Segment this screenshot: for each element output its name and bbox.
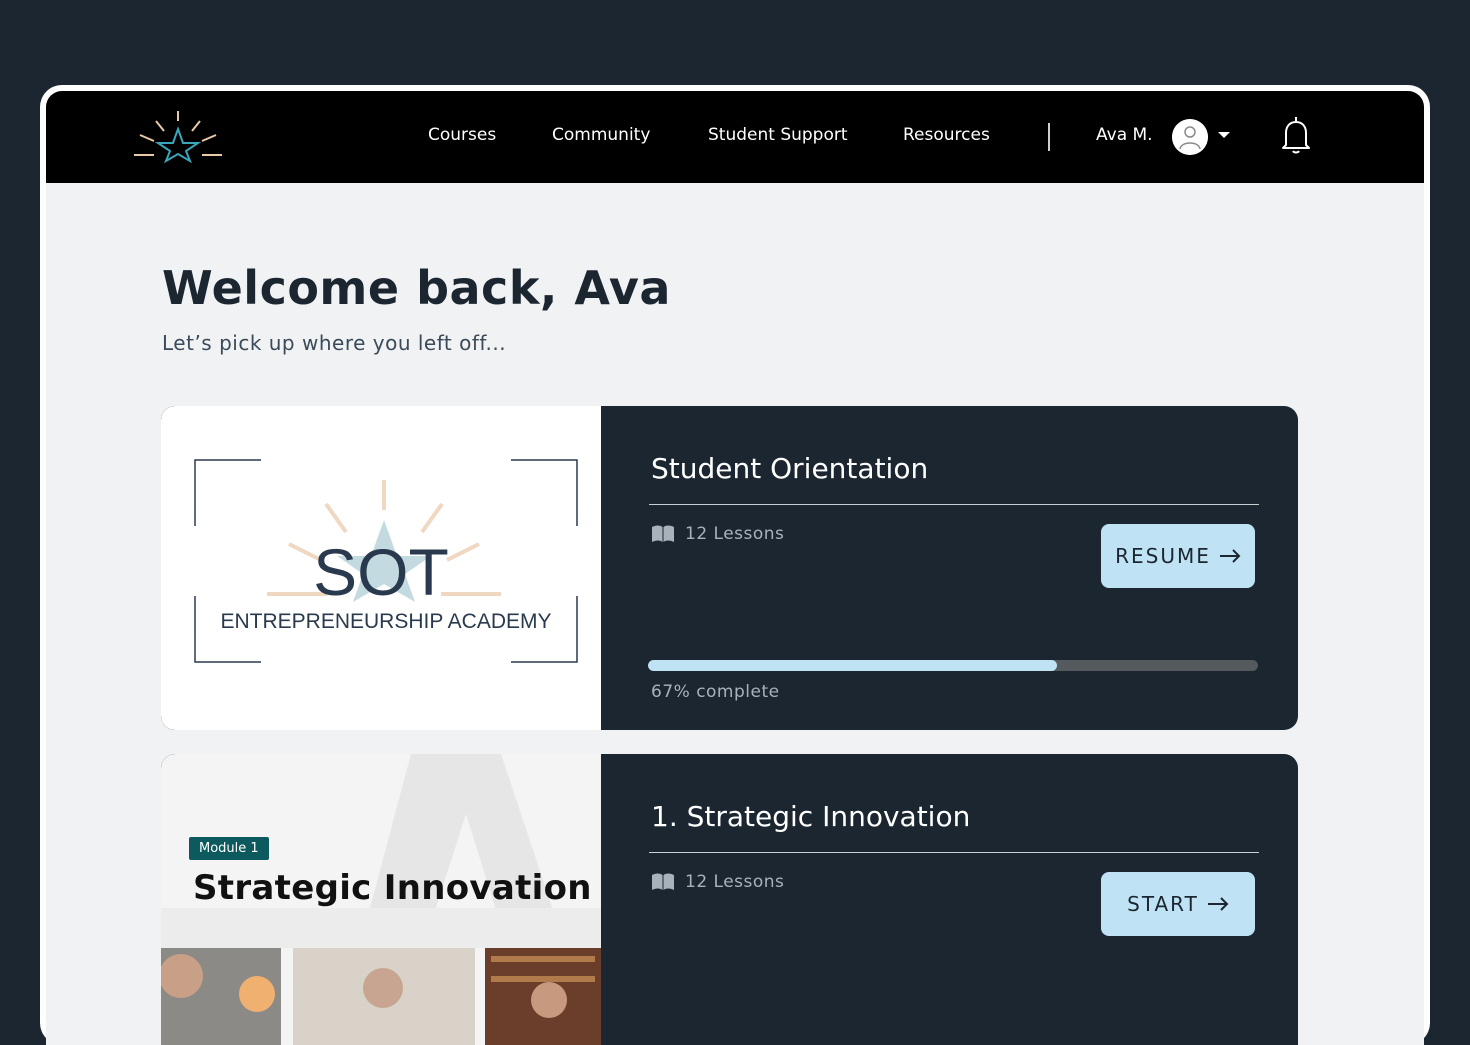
nav-divider [1048, 123, 1050, 151]
course-title[interactable]: 1. Strategic Innovation [651, 800, 970, 833]
nav-student-support[interactable]: Student Support [708, 125, 848, 145]
progress-bar [648, 660, 1258, 671]
caret-down-icon[interactable] [1216, 125, 1232, 145]
top-navigation-bar: Courses Community Student Support Resour… [46, 91, 1424, 183]
logo-star-icon[interactable] [134, 109, 226, 163]
start-button-label: START [1127, 892, 1199, 916]
course-card-student-orientation[interactable]: SOT ENTREPRENEURSHIP ACADEMY Student Ori… [161, 406, 1298, 730]
nav-resources[interactable]: Resources [903, 125, 990, 145]
progress-text: 67% complete [651, 682, 780, 702]
lesson-count-text: 12 Lessons [685, 524, 785, 544]
avatar-icon[interactable] [1172, 119, 1208, 155]
module-thumbnail-title: Strategic Innovation [193, 868, 592, 908]
page-subtitle: Let’s pick up where you left off... [162, 331, 507, 355]
nav-community[interactable]: Community [552, 125, 650, 145]
lesson-count: 12 Lessons [651, 524, 784, 544]
book-icon [652, 525, 674, 542]
page-title: Welcome back, Ava [162, 261, 671, 315]
module-badge: Module 1 [189, 837, 269, 860]
academy-caption: ENTREPRENEURSHIP ACADEMY [220, 610, 552, 633]
course-thumbnail[interactable]: Module 1 Strategic Innovation [161, 754, 601, 1045]
book-icon [652, 873, 674, 890]
start-button[interactable]: START [1101, 872, 1255, 936]
arrow-right-icon [1219, 549, 1241, 563]
divider [649, 852, 1259, 853]
course-card-strategic-innovation[interactable]: Module 1 Strategic Innovation 1. Strateg… [161, 754, 1298, 1045]
device-frame: Courses Community Student Support Resour… [40, 85, 1430, 1045]
bell-icon[interactable] [1280, 115, 1312, 155]
user-name[interactable]: Ava M. [1096, 125, 1153, 145]
academy-logo-text: SOT [313, 535, 449, 609]
resume-button[interactable]: RESUME [1101, 524, 1255, 588]
course-title[interactable]: Student Orientation [651, 452, 928, 485]
divider [649, 504, 1259, 505]
app-screen: Courses Community Student Support Resour… [46, 91, 1424, 1045]
resume-button-label: RESUME [1115, 544, 1211, 568]
progress-fill [648, 660, 1057, 671]
nav-courses[interactable]: Courses [428, 125, 496, 145]
lesson-count: 12 Lessons [651, 872, 784, 892]
course-thumbnail[interactable]: SOT ENTREPRENEURSHIP ACADEMY [161, 406, 601, 730]
lesson-count-text: 12 Lessons [685, 872, 785, 892]
arrow-right-icon [1207, 897, 1229, 911]
